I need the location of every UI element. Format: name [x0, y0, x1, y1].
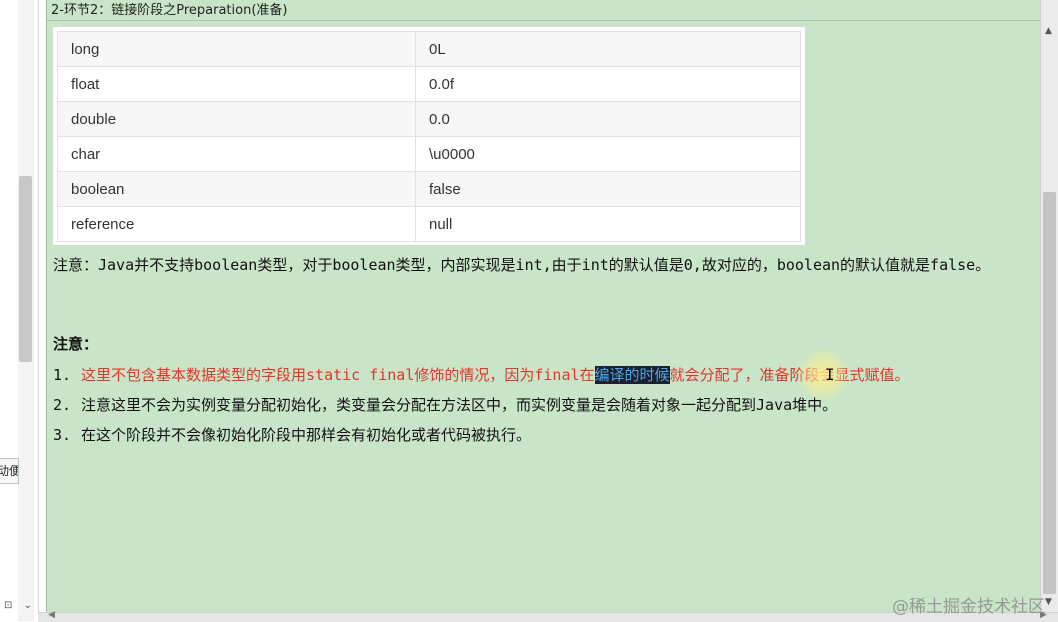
scroll-left-icon[interactable]: ◀: [48, 610, 55, 620]
table-row: double 0.0: [57, 101, 801, 137]
default-cell: 0.0f: [415, 66, 801, 102]
table-row: boolean false: [57, 171, 801, 207]
notes-list: 1. 这里不包含基本数据类型的字段用static final修饰的情况，因为fin…: [53, 362, 1033, 452]
note-heading: 注意：: [53, 335, 99, 353]
type-cell: long: [57, 31, 416, 67]
table-row: long 0L: [57, 31, 801, 67]
default-cell: 0.0: [415, 101, 801, 137]
document-pane: 2-环节2：链接阶段之Preparation(准备) long 0L float…: [46, 0, 1041, 612]
default-values-table: long 0L float 0.0f double 0.0 char \u000…: [57, 31, 801, 242]
list-item-text: 注意这里不会为实例变量分配初始化，类变量会分配在方法区中，而实例变量是会随着对象…: [81, 396, 838, 414]
scroll-down-icon[interactable]: ▼: [1045, 597, 1052, 607]
type-cell: reference: [57, 206, 416, 242]
scroll-up-icon[interactable]: ▲: [1045, 26, 1052, 36]
list-item: 2. 注意这里不会为实例变量分配初始化，类变量会分配在方法区中，而实例变量是会随着…: [53, 392, 1033, 422]
list-item-number: 1.: [53, 366, 72, 384]
table-row: float 0.0f: [57, 66, 801, 102]
left-pane-tab[interactable]: 动便: [0, 458, 19, 484]
list-item-text: 这里不包含基本数据类型的字段用static final修饰的情况，因为final…: [81, 366, 595, 384]
default-cell: null: [415, 206, 801, 242]
list-item-number: 2.: [53, 396, 72, 414]
watermark: @稀土掘金技术社区: [892, 597, 1045, 617]
default-cell: false: [415, 171, 801, 207]
selected-text[interactable]: 编译的时候: [594, 366, 670, 384]
scrollbar-thumb[interactable]: [1043, 192, 1056, 594]
list-item: 3. 在这个阶段并不会像初始化阶段中那样会有初始化或者代码被执行。: [53, 422, 1033, 452]
list-item-number: 3.: [53, 426, 72, 444]
vertical-scrollbar[interactable]: ▲ ▼: [1040, 0, 1058, 612]
table-row: char \u0000: [57, 136, 801, 172]
default-cell: 0L: [415, 31, 801, 67]
type-cell: boolean: [57, 171, 416, 207]
type-cell: float: [57, 66, 416, 102]
list-item: 1. 这里不包含基本数据类型的字段用static final修饰的情况，因为fin…: [53, 362, 1033, 392]
list-item-text: 在这个阶段并不会像初始化阶段中那样会有初始化或者代码被执行。: [81, 426, 532, 444]
default-values-table-container: long 0L float 0.0f double 0.0 char \u000…: [53, 27, 805, 245]
left-pane: 动便 ⊡ ⌄: [0, 0, 39, 621]
default-cell: \u0000: [415, 136, 801, 172]
list-item-text: 就会分配了，准备阶段会显式赋值。: [669, 366, 910, 384]
boolean-note: 注意：Java并不支持boolean类型，对于boolean类型，内部实现是in…: [53, 256, 991, 274]
table-row: reference null: [57, 206, 801, 242]
left-pane-bottom-icons[interactable]: ⊡ ⌄: [4, 600, 36, 611]
left-scrollbar-thumb[interactable]: [19, 176, 32, 362]
text-cursor-icon: I: [825, 365, 835, 384]
type-cell: char: [57, 136, 416, 172]
type-cell: double: [57, 101, 416, 137]
section-title: 2-环节2：链接阶段之Preparation(准备): [47, 0, 1041, 21]
